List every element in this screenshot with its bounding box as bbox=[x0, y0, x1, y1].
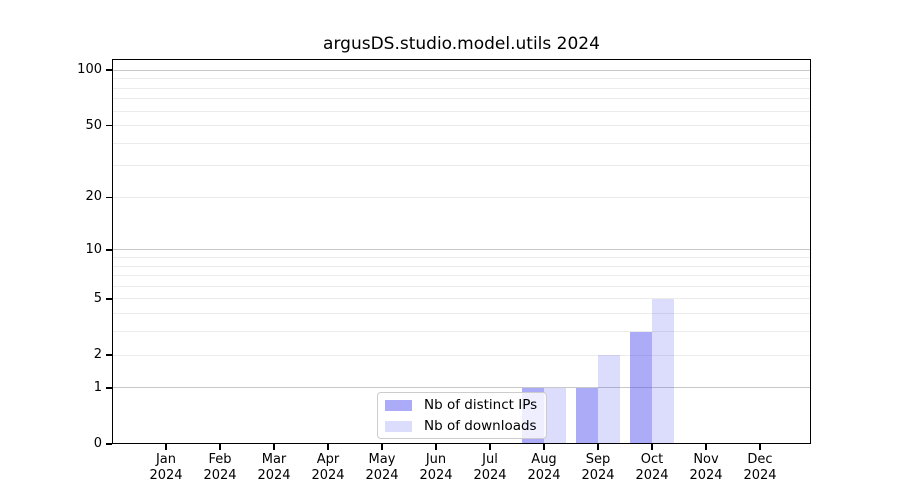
chart-figure: argusDS.studio.model.utils 2024 0 1 2 5 10 20… bbox=[0, 0, 900, 500]
x-tick-mark bbox=[597, 444, 599, 450]
legend-swatch-downloads bbox=[385, 420, 412, 432]
x-tick-mark bbox=[327, 444, 329, 450]
gridline-minor bbox=[112, 125, 811, 127]
y-tick-label: 1 bbox=[93, 379, 102, 395]
chart-title: argusDS.studio.model.utils 2024 bbox=[323, 34, 600, 54]
gridline-minor bbox=[112, 331, 811, 333]
x-tick-mark bbox=[273, 444, 275, 450]
gridline-minor bbox=[112, 78, 811, 80]
gridline-minor bbox=[112, 87, 811, 89]
x-tick-mark bbox=[489, 444, 491, 450]
x-tick-mark bbox=[705, 444, 707, 450]
y-tick-label: 20 bbox=[85, 189, 102, 205]
bar-nb-of-distinct-ips-sep bbox=[576, 387, 598, 444]
x-tick-mark bbox=[543, 444, 545, 450]
bar-nb-of-downloads-oct bbox=[652, 298, 674, 444]
gridline-minor bbox=[112, 354, 811, 356]
legend-item-distinct-ips: Nb of distinct IPs bbox=[385, 396, 546, 414]
x-tick-label: Dec 2024 bbox=[743, 452, 777, 483]
legend-item-downloads: Nb of downloads bbox=[385, 417, 546, 435]
legend: Nb of distinct IPs Nb of downloads bbox=[377, 392, 547, 439]
y-tick-label: 2 bbox=[93, 347, 102, 362]
y-tick-label: 100 bbox=[77, 62, 102, 78]
gridline-minor bbox=[112, 313, 811, 315]
legend-swatch-distinct-ips bbox=[385, 399, 412, 411]
gridline-minor bbox=[112, 275, 811, 277]
legend-label: Nb of distinct IPs bbox=[424, 396, 538, 413]
gridline-minor bbox=[112, 285, 811, 287]
gridline-minor bbox=[112, 142, 811, 144]
x-tick-mark bbox=[381, 444, 383, 450]
gridline-major bbox=[112, 249, 811, 251]
bar-nb-of-downloads-sep bbox=[598, 355, 620, 444]
plot-area bbox=[112, 59, 811, 444]
x-tick-mark bbox=[435, 444, 437, 450]
x-tick-mark bbox=[165, 444, 167, 450]
y-tick-mark bbox=[106, 443, 112, 445]
gridline-minor bbox=[112, 265, 811, 267]
gridline-major bbox=[112, 387, 811, 389]
gridline-minor bbox=[112, 298, 811, 300]
y-tick-label: 10 bbox=[85, 241, 102, 257]
x-tick-mark bbox=[651, 444, 653, 450]
gridline-minor bbox=[112, 196, 811, 198]
x-tick-mark bbox=[759, 444, 761, 450]
x-tick-mark bbox=[219, 444, 221, 450]
y-tick-label: 50 bbox=[85, 117, 102, 133]
gridline-major bbox=[112, 69, 811, 71]
y-tick-label: 5 bbox=[93, 290, 102, 306]
gridline-minor bbox=[112, 98, 811, 100]
gridline-minor bbox=[112, 256, 811, 258]
bar-nb-of-distinct-ips-oct bbox=[630, 331, 652, 444]
gridline-minor bbox=[112, 165, 811, 167]
legend-label: Nb of downloads bbox=[424, 417, 537, 434]
y-tick-label: 0 bbox=[93, 436, 102, 451]
bar-nb-of-downloads-aug bbox=[544, 387, 566, 444]
gridline-minor bbox=[112, 110, 811, 112]
